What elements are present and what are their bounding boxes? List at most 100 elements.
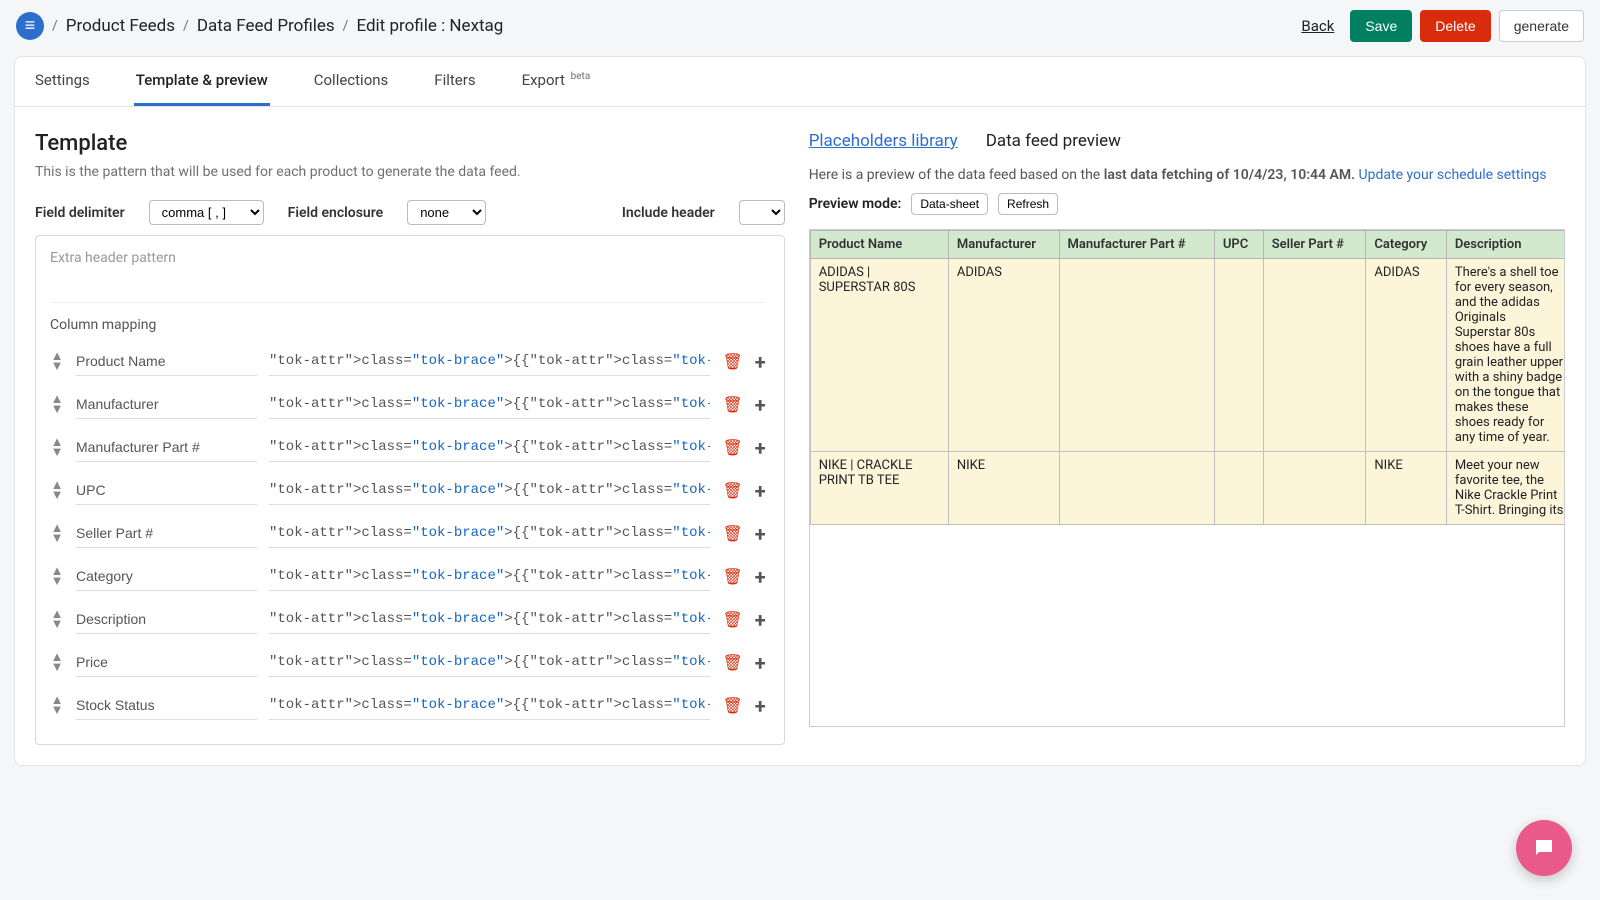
preview-table-wrap[interactable]: Product NameManufacturerManufacturer Par… <box>809 229 1565 727</box>
drag-handle-icon[interactable]: ▲▼ <box>50 567 64 585</box>
tab-export[interactable]: Export beta <box>520 57 593 106</box>
drag-handle-icon[interactable]: ▲▼ <box>50 653 64 671</box>
column-name-input[interactable] <box>76 347 257 376</box>
column-name-input[interactable] <box>76 433 257 462</box>
column-name-input[interactable] <box>76 691 257 720</box>
column-mapping-label: Column mapping <box>50 317 766 333</box>
template-panel: Template This is the pattern that will b… <box>35 131 785 745</box>
table-cell: ADIDAS | SUPERSTAR 80S <box>810 259 948 452</box>
table-cell <box>1263 259 1366 452</box>
table-cell: ADIDAS <box>948 259 1059 452</box>
update-schedule-link[interactable]: Update your schedule settings <box>1359 167 1547 183</box>
table-cell <box>1214 259 1263 452</box>
breadcrumb-profile-name: Nextag <box>449 16 503 36</box>
delete-row-icon[interactable]: 🗑 <box>722 696 742 715</box>
column-pattern-input[interactable]: "tok-attr">class="tok-brace">{{"tok-attr… <box>269 519 710 548</box>
refresh-button[interactable]: Refresh <box>998 193 1058 215</box>
preview-panel: Placeholders library Data feed preview H… <box>809 131 1565 745</box>
add-row-icon[interactable]: + <box>755 565 766 589</box>
table-cell: ADIDAS <box>1366 259 1446 452</box>
add-row-icon[interactable]: + <box>755 694 766 718</box>
column-header: Category <box>1366 231 1446 259</box>
preview-table: Product NameManufacturerManufacturer Par… <box>810 230 1565 525</box>
add-row-icon[interactable]: + <box>755 479 766 503</box>
delete-row-icon[interactable]: 🗑 <box>722 481 742 500</box>
column-pattern-input[interactable]: "tok-attr">class="tok-brace">{{"tok-attr… <box>269 433 710 462</box>
tab-data-feed-preview[interactable]: Data feed preview <box>986 131 1121 151</box>
column-name-input[interactable] <box>76 390 257 419</box>
preview-desc-bold: last data fetching of 10/4/23, 10:44 AM. <box>1104 167 1355 183</box>
column-name-input[interactable] <box>76 519 257 548</box>
save-button[interactable]: Save <box>1350 10 1412 42</box>
column-name-input[interactable] <box>76 648 257 677</box>
beta-badge: beta <box>571 71 591 82</box>
delete-row-icon[interactable]: 🗑 <box>722 438 742 457</box>
delete-row-icon[interactable]: 🗑 <box>722 395 742 414</box>
preview-desc-text: Here is a preview of the data feed based… <box>809 167 1104 183</box>
tab-export-label: Export <box>522 71 565 89</box>
column-header: UPC <box>1214 231 1263 259</box>
add-row-icon[interactable]: + <box>755 393 766 417</box>
column-pattern-input[interactable]: "tok-attr">class="tok-brace">{{"tok-attr… <box>269 390 710 419</box>
column-name-input[interactable] <box>76 476 257 505</box>
menu-button[interactable]: ≡ <box>16 12 44 40</box>
column-pattern-input[interactable]: "tok-attr">class="tok-brace">{{"tok-attr… <box>269 562 710 591</box>
drag-handle-icon[interactable]: ▲▼ <box>50 352 64 370</box>
breadcrumb-product-feeds[interactable]: Product Feeds <box>66 16 175 36</box>
column-name-input[interactable] <box>76 605 257 634</box>
drag-handle-icon[interactable]: ▲▼ <box>50 481 64 499</box>
delete-row-icon[interactable]: 🗑 <box>722 610 742 629</box>
tab-template[interactable]: Template & preview <box>134 57 270 106</box>
preview-mode-label: Preview mode: <box>809 196 902 212</box>
drag-handle-icon[interactable]: ▲▼ <box>50 395 64 413</box>
delete-row-icon[interactable]: 🗑 <box>722 567 742 586</box>
mapping-row: ▲▼ "tok-attr">class="tok-brace">{{"tok-at… <box>50 476 766 505</box>
delete-row-icon[interactable]: 🗑 <box>722 352 742 371</box>
drag-handle-icon[interactable]: ▲▼ <box>50 524 64 542</box>
breadcrumb-edit-prefix: Edit profile : <box>356 16 449 36</box>
delete-button[interactable]: Delete <box>1420 10 1490 42</box>
column-pattern-input[interactable]: "tok-attr">class="tok-brace">{{"tok-attr… <box>269 691 710 720</box>
add-row-icon[interactable]: + <box>755 522 766 546</box>
chat-icon <box>1532 836 1556 860</box>
delete-row-icon[interactable]: 🗑 <box>722 653 742 672</box>
add-row-icon[interactable]: + <box>755 608 766 632</box>
generate-button[interactable]: generate <box>1499 10 1584 42</box>
column-pattern-input[interactable]: "tok-attr">class="tok-brace">{{"tok-attr… <box>269 648 710 677</box>
help-button[interactable] <box>1516 820 1572 876</box>
preview-mode-select[interactable]: Data-sheet <box>911 193 988 215</box>
drag-handle-icon[interactable]: ▲▼ <box>50 696 64 714</box>
column-pattern-input[interactable]: "tok-attr">class="tok-brace">{{"tok-attr… <box>269 476 710 505</box>
tab-filters[interactable]: Filters <box>432 57 477 106</box>
add-row-icon[interactable]: + <box>755 651 766 675</box>
tab-settings[interactable]: Settings <box>33 57 92 106</box>
mapping-row: ▲▼ "tok-attr">class="tok-brace">{{"tok-at… <box>50 519 766 548</box>
field-delimiter-select[interactable]: comma [ , ] <box>149 200 264 225</box>
tab-placeholders-library[interactable]: Placeholders library <box>809 131 958 151</box>
drag-handle-icon[interactable]: ▲▼ <box>50 438 64 456</box>
add-row-icon[interactable]: + <box>755 436 766 460</box>
include-header-select[interactable]: Yes <box>739 200 785 225</box>
back-link[interactable]: Back <box>1301 17 1334 35</box>
table-row: ADIDAS | SUPERSTAR 80SADIDASADIDASThere'… <box>810 259 1565 452</box>
add-row-icon[interactable]: + <box>755 350 766 374</box>
tab-collections[interactable]: Collections <box>312 57 391 106</box>
include-header-label: Include header <box>622 205 715 221</box>
table-cell <box>1214 452 1263 525</box>
column-pattern-input[interactable]: "tok-attr">class="tok-brace">{{"tok-attr… <box>269 605 710 634</box>
breadcrumb-profiles[interactable]: Data Feed Profiles <box>197 16 335 36</box>
extra-header-input[interactable]: Extra header pattern <box>50 250 766 303</box>
table-cell: NIKE <box>948 452 1059 525</box>
breadcrumb-sep: / <box>343 18 349 34</box>
drag-handle-icon[interactable]: ▲▼ <box>50 610 64 628</box>
breadcrumb-sep: / <box>52 18 58 34</box>
table-cell <box>1263 452 1366 525</box>
column-name-input[interactable] <box>76 562 257 591</box>
delete-row-icon[interactable]: 🗑 <box>722 524 742 543</box>
template-scroll[interactable]: Extra header pattern Column mapping ▲▼ "t… <box>50 250 774 734</box>
mapping-row: ▲▼ "tok-attr">class="tok-brace">{{"tok-at… <box>50 433 766 462</box>
field-enclosure-select[interactable]: none <box>407 200 486 225</box>
template-controls: Field delimiter comma [ , ] Field enclos… <box>35 200 785 225</box>
column-pattern-input[interactable]: "tok-attr">class="tok-brace">{{"tok-attr… <box>269 347 710 376</box>
template-heading: Template <box>35 131 785 156</box>
